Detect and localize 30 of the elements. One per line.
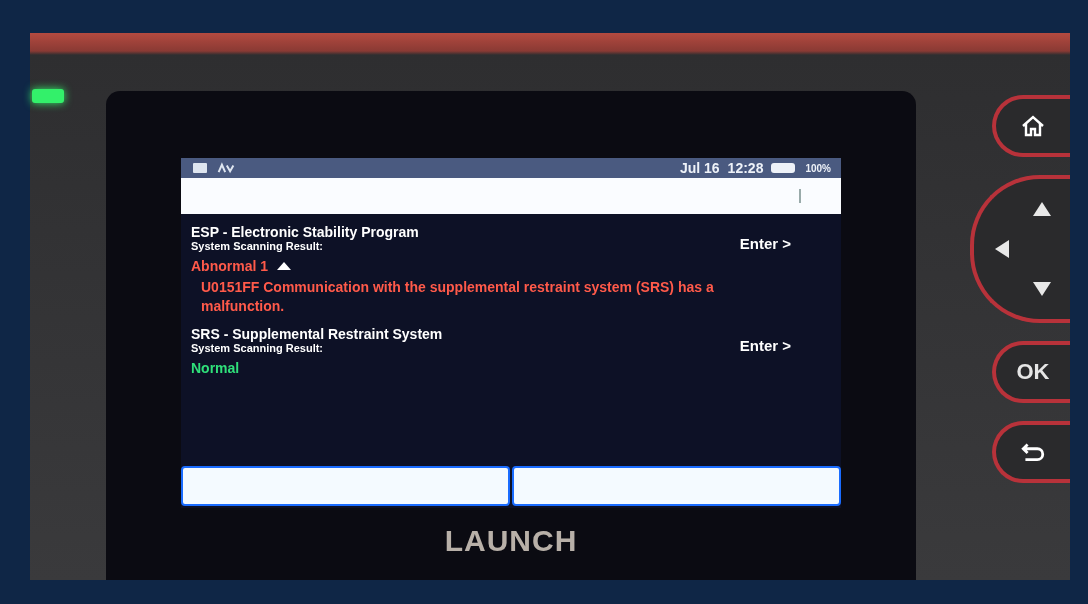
battery-icon (771, 162, 798, 174)
brand-logo: LAUNCH (444, 524, 578, 558)
collapse-icon[interactable] (276, 261, 292, 271)
signal-icon (217, 162, 235, 174)
clock-text: 12:28 (727, 160, 764, 176)
fault-description: U0151FF Communication with the supplemental restraint system (SRS) has a malfunction. (201, 278, 715, 316)
enter-button[interactable]: Enter > (739, 337, 791, 354)
search-field[interactable] (181, 178, 841, 214)
back-key[interactable] (992, 421, 1070, 483)
battery-text: 100% (805, 162, 831, 174)
date-text: Jul 16 (679, 160, 720, 176)
scan-result-label: System Scanning Result: (191, 342, 325, 354)
scan-status: Abnormal 1 (191, 258, 268, 274)
scan-result-label: System Scanning Result: (191, 240, 325, 252)
home-key[interactable] (992, 95, 1070, 157)
bottom-button[interactable] (512, 466, 841, 506)
system-name: SRS - Supplemental Restraint System (191, 326, 443, 342)
up-arrow-icon (1032, 201, 1052, 217)
notification-icon (191, 162, 209, 174)
home-icon (1020, 115, 1046, 137)
down-arrow-icon (1032, 281, 1052, 297)
left-arrow-icon (994, 239, 1010, 259)
bottom-button[interactable] (181, 466, 510, 506)
direction-pad[interactable] (970, 175, 1070, 323)
enter-button[interactable]: Enter > (739, 235, 791, 252)
system-name: ESP - Electronic Stability Program (191, 224, 419, 240)
scan-status: Normal (191, 360, 240, 376)
power-led (32, 89, 64, 103)
ok-key[interactable]: OK (992, 341, 1070, 403)
back-icon (1020, 441, 1046, 463)
